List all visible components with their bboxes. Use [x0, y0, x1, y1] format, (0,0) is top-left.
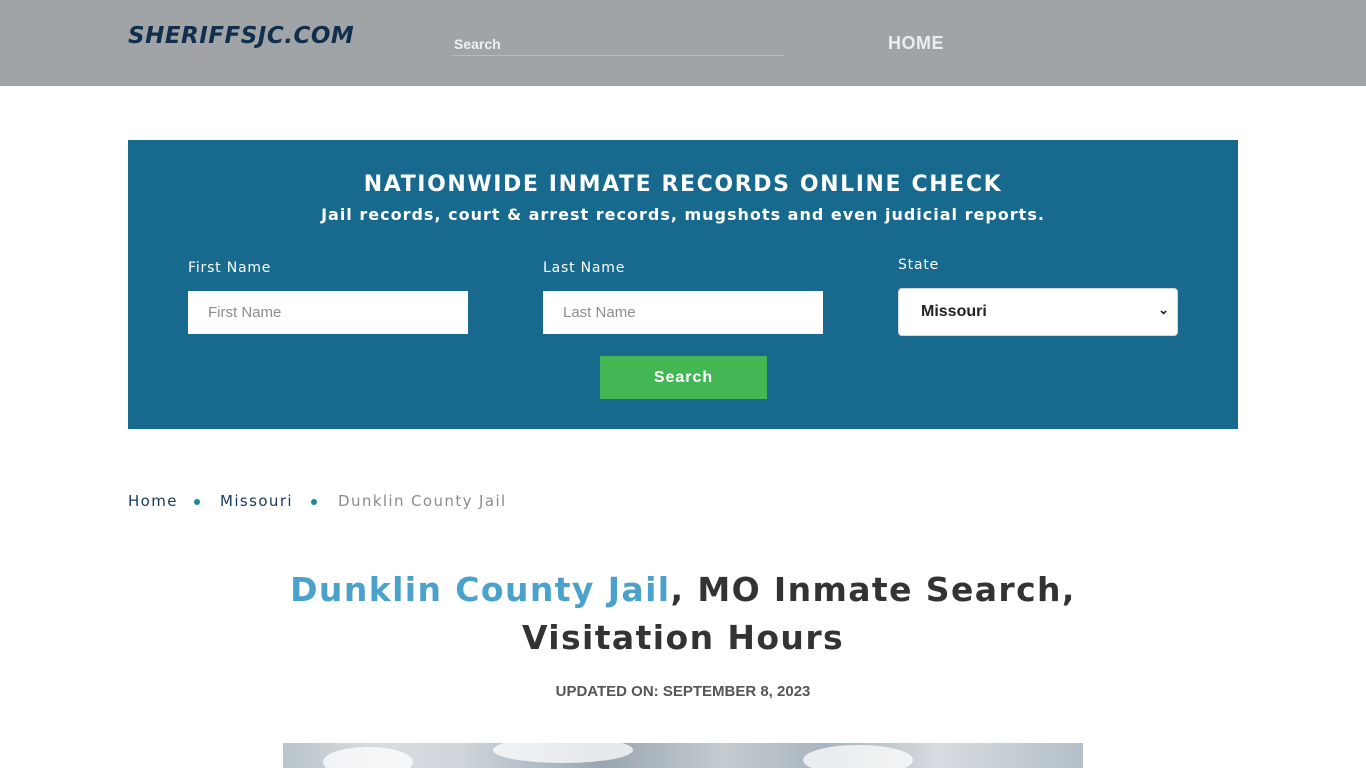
state-label: State	[898, 257, 940, 273]
breadcrumb-home[interactable]: Home	[128, 492, 178, 510]
state-select[interactable]: Missouri ⌄	[898, 288, 1178, 336]
page-title-line2: Visitation Hours	[521, 618, 845, 657]
breadcrumb-separator	[194, 499, 200, 505]
panel-title: NATIONWIDE INMATE RECORDS ONLINE CHECK	[363, 172, 1003, 197]
last-name-input[interactable]	[543, 291, 823, 334]
first-name-label: First Name	[188, 260, 272, 276]
site-logo[interactable]: SHERIFFSJC.COM	[128, 18, 380, 54]
last-name-label: Last Name	[543, 260, 626, 276]
nav-home-link[interactable]: HOME	[888, 33, 944, 54]
page-title-rest: , MO Inmate Search,	[670, 570, 1076, 609]
chevron-down-icon: ⌄	[1158, 302, 1169, 317]
panel-subtitle: Jail records, court & arrest records, mu…	[321, 205, 1045, 224]
header-search-input[interactable]	[452, 32, 784, 55]
state-selected-value: Missouri	[921, 303, 987, 320]
updated-date: UPDATED ON: SEPTEMBER 8, 2023	[555, 683, 811, 700]
cloud-shape	[493, 743, 633, 763]
header-search	[452, 32, 784, 56]
search-button[interactable]: Search	[600, 356, 767, 399]
breadcrumb-separator	[311, 499, 317, 505]
breadcrumb-current: Dunklin County Jail	[338, 492, 507, 510]
page-title: Dunklin County Jail, MO Inmate Search, V…	[0, 566, 1366, 662]
page-title-accent: Dunklin County Jail	[290, 570, 671, 609]
jail-photo	[283, 743, 1083, 768]
cloud-shape	[803, 745, 913, 768]
first-name-input[interactable]	[188, 291, 468, 334]
site-header: SHERIFFSJC.COM HOME	[0, 0, 1366, 86]
breadcrumb-missouri[interactable]: Missouri	[220, 492, 293, 510]
cloud-shape	[323, 747, 413, 768]
